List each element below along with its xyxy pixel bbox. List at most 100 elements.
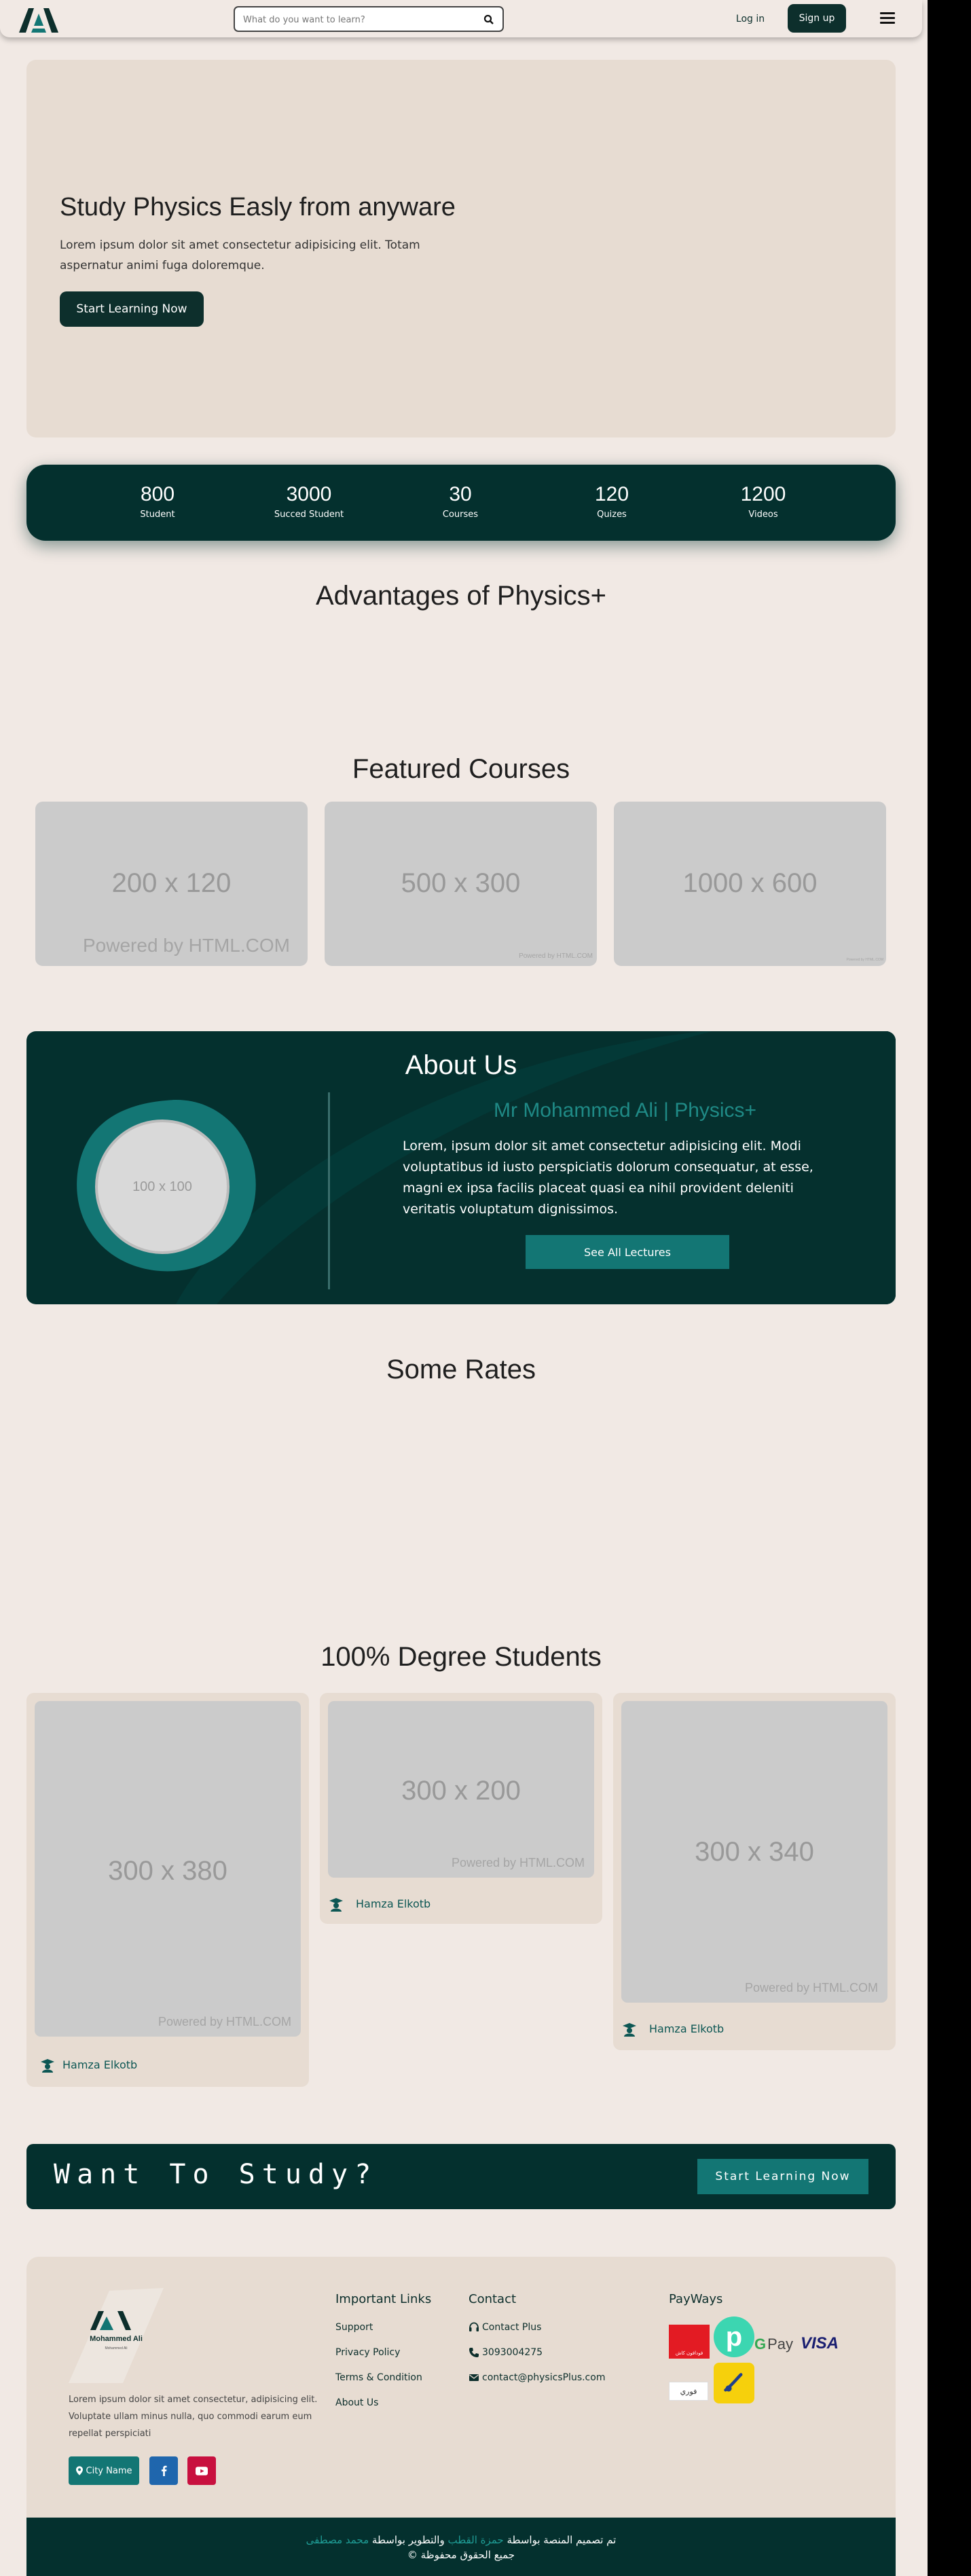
location-pin-icon — [75, 2466, 83, 2475]
see-all-lectures-button[interactable]: See All Lectures — [526, 1235, 729, 1269]
placeholder-powered-by: Powered by HTML.COM — [744, 1981, 878, 1994]
phone-icon — [469, 2348, 479, 2357]
stat-number: 1200 — [740, 483, 786, 505]
placeholder-dimensions: 200 x 120 — [111, 868, 232, 898]
fawry-label: فوري — [680, 2386, 697, 2396]
hamburger-menu-icon[interactable] — [880, 10, 895, 27]
top-navbar: Log in Sign up — [0, 0, 922, 37]
stats-bar: 800 Student 3000 Succed Student 30 Courses … — [26, 465, 896, 541]
city-name-button[interactable]: City Name — [69, 2456, 139, 2485]
footer-logo-subtext: Mohammed Ali — [105, 2346, 127, 2350]
vodafone-cash-label: فودافون كاش — [675, 2350, 703, 2356]
city-name-label: City Name — [86, 2465, 132, 2476]
search-icon[interactable] — [483, 14, 494, 25]
credits-designer-name[interactable]: حمزة القطب — [448, 2534, 504, 2546]
contact-phone-label: 3093004275 — [482, 2347, 543, 2358]
contact-support-item[interactable]: Contact Plus — [469, 2322, 541, 2333]
stat-label: Courses — [442, 509, 479, 520]
credits-developer-name[interactable]: محمد مصطفى — [306, 2534, 369, 2546]
login-button[interactable]: Log in — [727, 7, 774, 31]
degree-students-title: 100% Degree Students — [320, 1642, 602, 1672]
contact-support-label: Contact Plus — [482, 2322, 542, 2333]
student-card[interactable]: 300 x 340 Powered by HTML.COM Hamza Elko… — [613, 1693, 896, 2050]
brand-logo[interactable] — [16, 4, 61, 34]
student-photo: 300 x 380 Powered by HTML.COM — [35, 1701, 301, 2037]
avatar-placeholder-dimensions: 100 x 100 — [132, 1179, 192, 1194]
facebook-icon[interactable] — [149, 2456, 178, 2485]
hero-section: Study Physics Easly from anyware Lorem i… — [26, 60, 896, 437]
stat-number: 30 — [449, 483, 472, 505]
featured-courses-title: Featured Courses — [352, 754, 570, 784]
want-start-learning-button[interactable]: Start Learning Now — [697, 2159, 868, 2194]
signup-button[interactable]: Sign up — [788, 4, 846, 33]
hero-start-learning-button[interactable]: Start Learning Now — [60, 291, 204, 327]
stat-label: Videos — [748, 509, 778, 520]
student-name: Hamza Elkotb — [62, 2058, 138, 2071]
copyright-text: جميع الحقوق محفوظة © — [407, 2549, 515, 2561]
footer-link-privacy-policy[interactable]: Privacy Policy — [335, 2347, 400, 2358]
aman-logo — [714, 2363, 754, 2403]
student-card[interactable]: 300 x 200 Powered by HTML.COM Hamza Elko… — [320, 1693, 602, 1924]
about-divider — [328, 1092, 330, 1289]
student-name: Hamza Elkotb — [649, 2022, 725, 2035]
envelope-icon — [469, 2374, 479, 2381]
page: Log in Sign up Study Physics Easly from … — [0, 0, 928, 2576]
student-card[interactable]: 300 x 380 Powered by HTML.COM Hamza Elko… — [26, 1693, 309, 2087]
want-to-study-banner: Want To Study? Start Learning Now — [26, 2144, 896, 2209]
copyright-bar: تم تصميم المنصة بواسطة حمزة القطب والتطو… — [26, 2518, 896, 2576]
graduate-icon — [40, 2058, 55, 2073]
fawry-logo: فوري — [669, 2382, 708, 2401]
footer: Mohammed Ali Mohammed Ali Lorem ipsum do… — [26, 2257, 896, 2576]
want-to-study-title: Want To Study? — [54, 2159, 378, 2190]
contact-phone-item[interactable]: 3093004275 — [469, 2347, 543, 2358]
about-title: About Us — [405, 1050, 517, 1080]
stat-label: Quizes — [597, 509, 627, 520]
graduate-icon — [329, 1897, 344, 1912]
placeholder-powered-by: Powered by HTML.COM — [158, 2015, 291, 2028]
footer-link-support[interactable]: Support — [335, 2322, 373, 2333]
footer-link-about-us[interactable]: About Us — [335, 2397, 378, 2408]
about-text: Lorem, ipsum dolor sit amet consectetur … — [403, 1139, 813, 1217]
credits-designed-by: تم تصميم المنصة بواسطة — [507, 2534, 617, 2546]
footer-logo[interactable]: Mohammed Ali Mohammed Ali — [69, 2288, 164, 2383]
google-pay-logo: G Pay — [754, 2336, 794, 2353]
contact-heading: Contact — [469, 2292, 517, 2306]
graduate-icon — [622, 2022, 637, 2037]
headset-icon — [469, 2322, 479, 2331]
course-card[interactable]: 500 x 300 Powered by HTML.COM — [325, 802, 597, 966]
stat-number: 800 — [140, 483, 175, 505]
stat-item: 3000 Succed Student — [261, 482, 356, 520]
placeholder-dimensions: 300 x 200 — [401, 1776, 521, 1806]
search-input[interactable] — [243, 13, 474, 26]
advantages-title: Advantages of Physics+ — [315, 581, 607, 611]
credits-developed-by: والتطوير بواسطة — [371, 2534, 445, 2546]
scrollbar[interactable] — [928, 0, 971, 2576]
hero-title: Study Physics Easly from anyware — [60, 193, 456, 221]
placeholder-dimensions: 500 x 300 — [401, 868, 521, 898]
student-name: Hamza Elkotb — [356, 1897, 431, 1910]
vodafone-cash-logo: فودافون كاش — [669, 2325, 710, 2359]
contact-email-label: contact@physicsPlus.com — [482, 2372, 606, 2383]
footer-about-text: Lorem ipsum dolor sit amet consectetur, … — [69, 2395, 318, 2439]
visa-logo: VISA — [801, 2334, 839, 2353]
about-section: 100 x 100 About Us Mr Mohammed Ali | Phy… — [26, 1031, 896, 1304]
footer-link-terms[interactable]: Terms & Condition — [335, 2372, 422, 2383]
credits-line: تم تصميم المنصة بواسطة حمزة القطب والتطو… — [26, 2533, 896, 2547]
placeholder-powered-by: Powered by HTML.COM — [451, 1856, 585, 1870]
stat-item: 800 Student — [110, 482, 205, 520]
important-links-heading: Important Links — [335, 2292, 432, 2306]
contact-email-item[interactable]: contact@physicsPlus.com — [469, 2372, 605, 2383]
some-rates-title: Some Rates — [386, 1355, 536, 1384]
course-card[interactable]: 200 x 120 Powered by HTML.COM — [35, 802, 308, 966]
avatar: 100 x 100 — [95, 1120, 230, 1254]
placeholder-dimensions: 1000 x 600 — [682, 868, 818, 898]
student-photo: 300 x 200 Powered by HTML.COM — [328, 1701, 594, 1878]
placeholder-powered-by: Powered by HTML.COM — [519, 952, 593, 960]
stat-item: 30 Courses — [413, 482, 508, 520]
placeholder-powered-by: Powered by HTML.COM — [83, 935, 290, 956]
stat-label: Succed Student — [274, 509, 344, 520]
course-card[interactable]: 1000 x 600 Powered by HTML.COM — [614, 802, 886, 966]
youtube-icon[interactable] — [187, 2456, 216, 2485]
about-teacher-name: Mr Mohammed Ali | Physics+ — [494, 1099, 757, 1122]
hero-text: Lorem ipsum dolor sit amet consectetur a… — [60, 238, 420, 272]
